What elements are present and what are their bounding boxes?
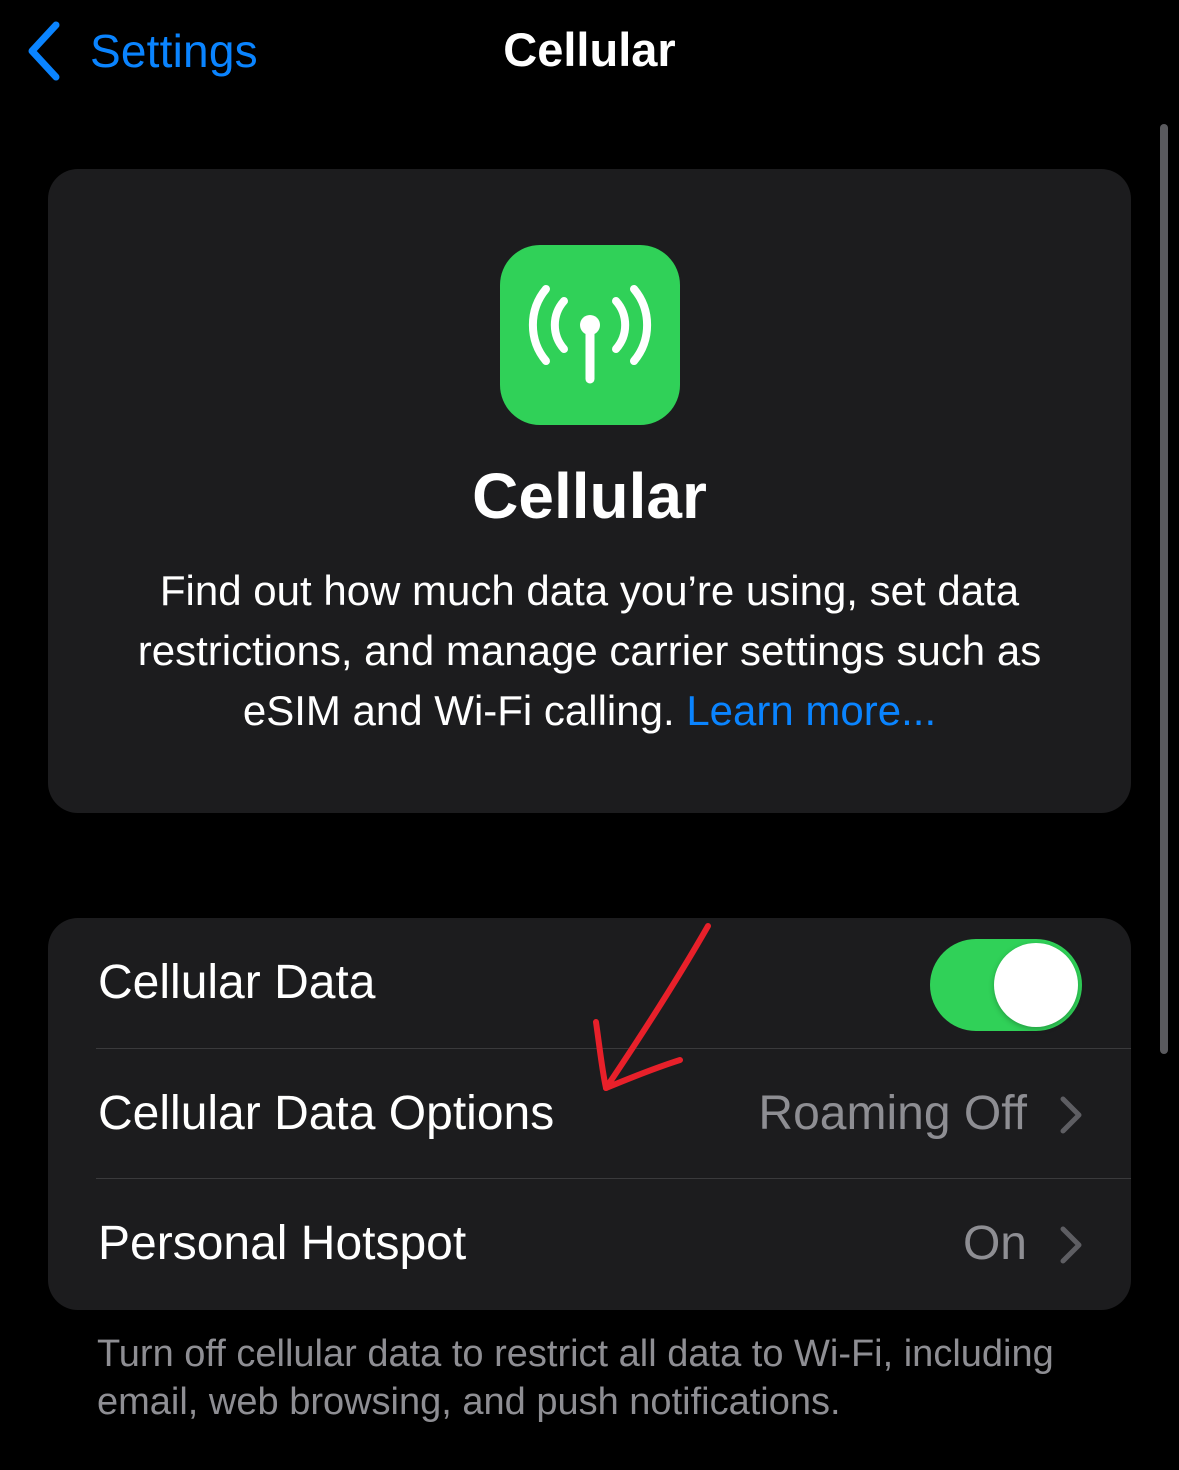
cellular-info-card: Cellular Find out how much data you’re u… <box>48 169 1131 813</box>
cellular-data-toggle[interactable] <box>930 939 1082 1031</box>
cellular-settings-list: Cellular Data Cellular Data Options Roam… <box>48 918 1131 1310</box>
hero-description: Find out how much data you’re using, set… <box>98 561 1081 741</box>
learn-more-link[interactable]: Learn more... <box>686 687 936 734</box>
cellular-data-label: Cellular Data <box>98 956 376 1009</box>
cellular-data-row[interactable]: Cellular Data <box>48 918 1131 1048</box>
personal-hotspot-row[interactable]: Personal Hotspot On <box>48 1179 1131 1309</box>
cellular-data-options-label: Cellular Data Options <box>98 1087 555 1140</box>
chevron-right-icon <box>1059 1095 1083 1140</box>
toggle-knob <box>994 943 1078 1027</box>
personal-hotspot-label: Personal Hotspot <box>98 1217 467 1270</box>
cellular-data-options-row[interactable]: Cellular Data Options Roaming Off <box>48 1049 1131 1179</box>
scrollbar[interactable] <box>1160 124 1168 1054</box>
cellular-settings-screen: Settings Cellular Cellular Find out how … <box>0 0 1179 1470</box>
cellular-data-footer-note: Turn off cellular data to restrict all d… <box>97 1333 1054 1423</box>
hero-title: Cellular <box>472 460 707 532</box>
roaming-status-value: Roaming Off <box>758 1087 1027 1140</box>
page-title: Cellular <box>503 23 676 76</box>
hotspot-status-value: On <box>962 1217 1027 1270</box>
antenna-radiowaves-icon <box>500 245 680 425</box>
chevron-right-icon <box>1059 1225 1083 1270</box>
